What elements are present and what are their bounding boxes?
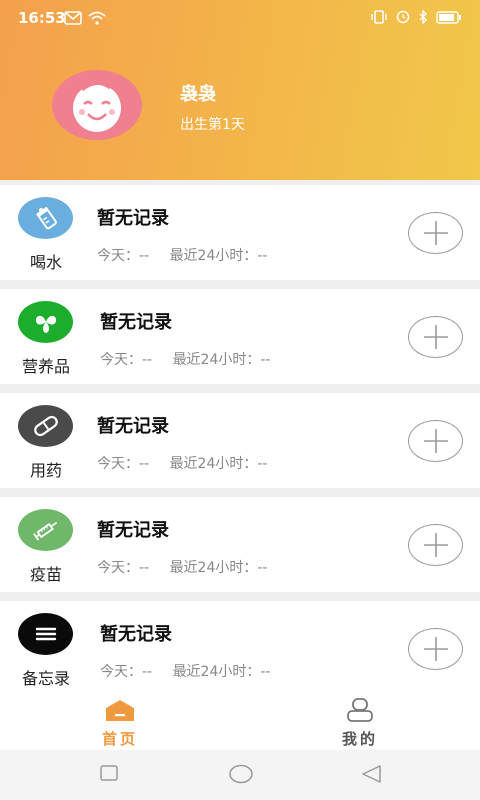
system-nav-bar (0, 750, 480, 800)
alarm-icon (396, 9, 410, 28)
menu-lines-icon (35, 627, 56, 641)
record-card-vaccine[interactable]: 疫苗 暂无记录 今天：-- 最近24小时：-- (0, 497, 480, 592)
user-icon (347, 698, 373, 722)
baby-bottle-icon (35, 207, 57, 230)
home-icon (106, 700, 134, 721)
pill-icon (33, 415, 58, 437)
record-stats: 今天：-- 最近24小时：-- (100, 661, 270, 681)
today-stat: 今天：-- (97, 456, 150, 472)
record-card-supplement[interactable]: 营养品 暂无记录 今天：-- 最近24小时：-- (0, 289, 480, 384)
today-stat: 今天：-- (100, 352, 153, 368)
plus-icon (423, 429, 448, 453)
bottom-tab-bar: 首页 我的 (0, 692, 480, 750)
baby-age: 出生第1天 (180, 117, 245, 133)
add-record-button[interactable] (408, 420, 463, 462)
plus-icon (423, 533, 448, 557)
profile-header: 16:53 袅袅 出生第1天 (0, 0, 480, 180)
record-title: 暂无记录 (100, 312, 172, 333)
category-icon-wrap (18, 613, 73, 655)
today-stat: 今天：-- (97, 248, 150, 264)
category-label: 营养品 (21, 357, 70, 376)
record-title: 暂无记录 (97, 520, 169, 541)
category-icon-wrap (18, 405, 73, 447)
last24-stat: 最近24小时：-- (169, 248, 268, 264)
vibrate-icon (370, 9, 388, 28)
record-title: 暂无记录 (97, 208, 169, 229)
add-record-button[interactable] (408, 524, 463, 566)
record-card-medicine[interactable]: 用药 暂无记录 今天：-- 最近24小时：-- (0, 393, 480, 488)
wifi-icon (88, 10, 106, 29)
baby-name: 袅袅 (180, 84, 216, 105)
add-record-button[interactable] (408, 316, 463, 358)
category-label: 喝水 (29, 253, 62, 272)
tab-label: 我的 (341, 730, 378, 748)
tab-home[interactable]: 首页 (0, 692, 240, 750)
baby-face-icon (73, 80, 121, 132)
status-time: 16:53 (18, 9, 66, 27)
record-stats: 今天：-- 最近24小时：-- (100, 349, 270, 369)
today-stat: 今天：-- (100, 664, 153, 680)
record-card-memo[interactable]: 备忘录 暂无记录 今天：-- 最近24小时：-- (0, 601, 480, 696)
bluetooth-icon (418, 9, 428, 28)
plus-icon (423, 325, 448, 349)
record-title: 暂无记录 (100, 624, 172, 645)
category-icon-wrap (18, 197, 73, 239)
tab-label: 首页 (101, 730, 138, 748)
category-label: 疫苗 (29, 565, 62, 584)
record-title: 暂无记录 (97, 416, 169, 437)
category-icon-wrap (18, 301, 73, 343)
record-stats: 今天：-- 最近24小时：-- (97, 245, 267, 265)
plus-icon (423, 221, 448, 245)
add-record-button[interactable] (408, 628, 463, 670)
category-icon-wrap (18, 509, 73, 551)
category-label: 备忘录 (21, 669, 70, 688)
last24-stat: 最近24小时：-- (172, 352, 271, 368)
last24-stat: 最近24小时：-- (169, 456, 268, 472)
status-bar: 16:53 (0, 0, 480, 36)
last24-stat: 最近24小时：-- (169, 560, 268, 576)
baby-avatar[interactable] (52, 70, 142, 140)
record-stats: 今天：-- 最近24小时：-- (97, 453, 267, 473)
home-button-icon[interactable] (228, 764, 254, 784)
today-stat: 今天：-- (97, 560, 150, 576)
syringe-icon (32, 521, 57, 541)
category-label: 用药 (29, 461, 62, 480)
message-icon (64, 10, 82, 29)
add-record-button[interactable] (408, 212, 463, 254)
plus-icon (423, 637, 448, 661)
tab-mine[interactable]: 我的 (240, 692, 480, 750)
back-icon[interactable] (360, 764, 382, 784)
recent-apps-icon[interactable] (99, 764, 119, 782)
last24-stat: 最近24小时：-- (172, 664, 271, 680)
battery-icon (436, 9, 462, 28)
record-card-water[interactable]: 喝水 暂无记录 今天：-- 最近24小时：-- (0, 185, 480, 280)
leaf-icon (35, 315, 56, 333)
record-stats: 今天：-- 最近24小时：-- (97, 557, 267, 577)
